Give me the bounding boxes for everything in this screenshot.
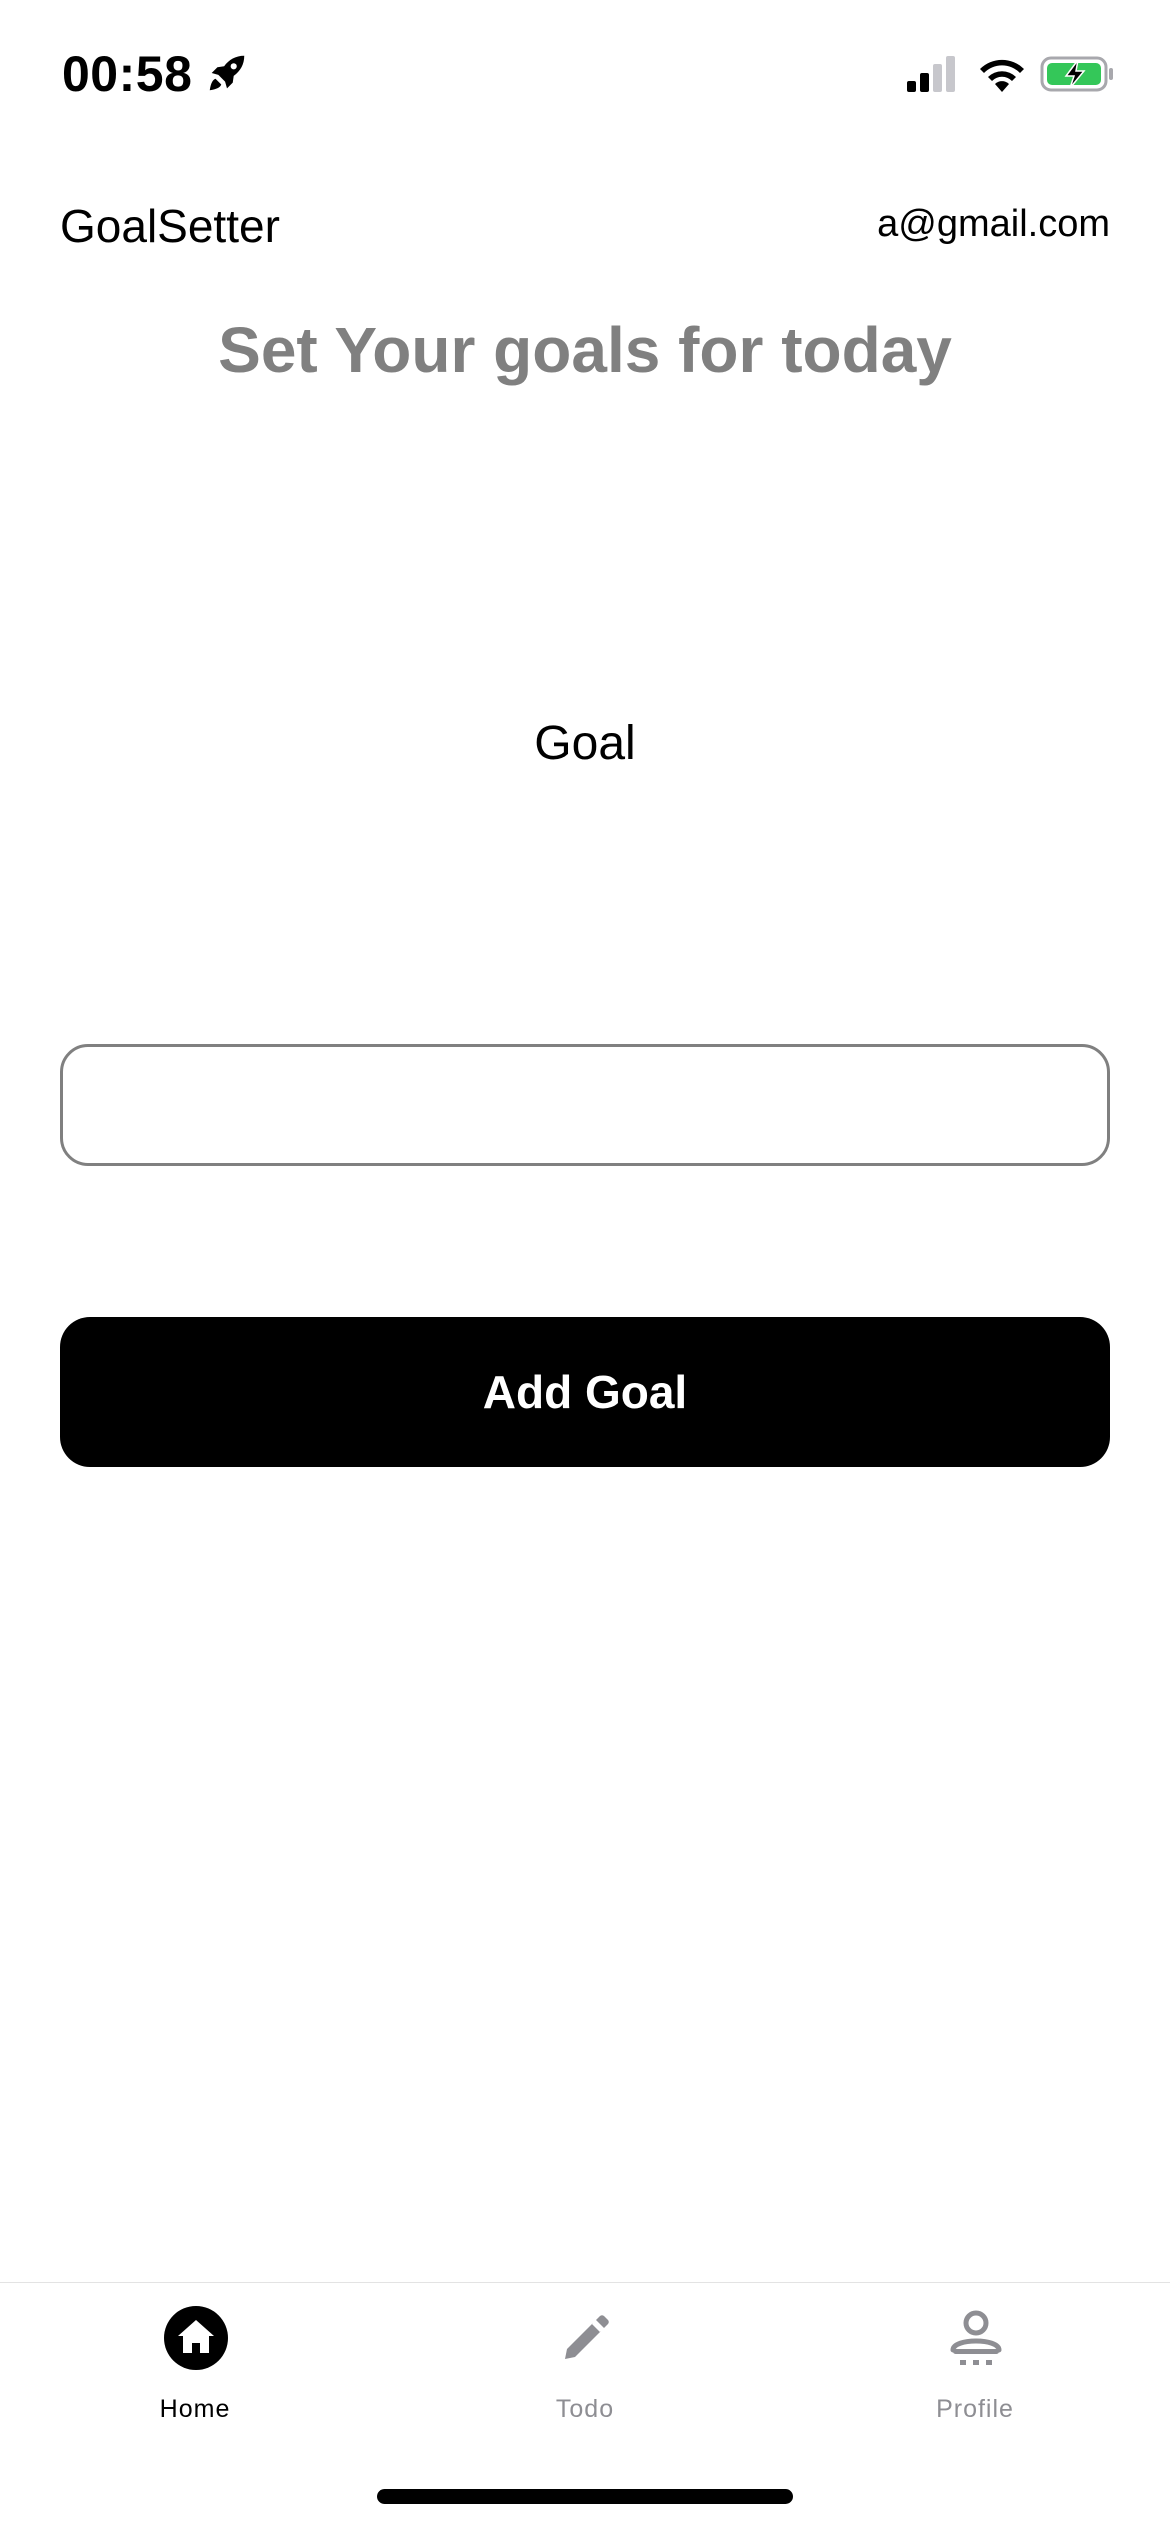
status-time: 00:58 <box>62 46 193 102</box>
goal-label: Goal <box>534 717 636 770</box>
home-icon <box>164 2306 228 2370</box>
tab-todo[interactable]: Todo <box>390 2283 780 2443</box>
tab-home-label: Home <box>159 2395 231 2423</box>
page-heading: Set Your goals for today <box>218 314 952 386</box>
battery-charging-icon <box>1040 56 1113 92</box>
tab-profile[interactable]: Profile <box>780 2283 1170 2443</box>
tab-todo-label: Todo <box>555 2395 615 2423</box>
user-email: a@gmail.com <box>877 203 1110 245</box>
app-title: GoalSetter <box>60 200 280 252</box>
tab-home[interactable]: Home <box>0 2283 390 2443</box>
wifi-icon <box>980 59 1024 92</box>
add-goal-button[interactable]: Add Goal <box>60 1317 1110 1467</box>
home-indicator[interactable] <box>377 2489 793 2504</box>
rocket-icon <box>209 55 245 91</box>
tab-profile-label: Profile <box>936 2395 1014 2423</box>
signal-icon <box>907 56 955 92</box>
pencil-icon <box>565 2315 609 2359</box>
person-icon <box>950 2310 1002 2365</box>
goal-input[interactable] <box>60 1044 1110 1166</box>
